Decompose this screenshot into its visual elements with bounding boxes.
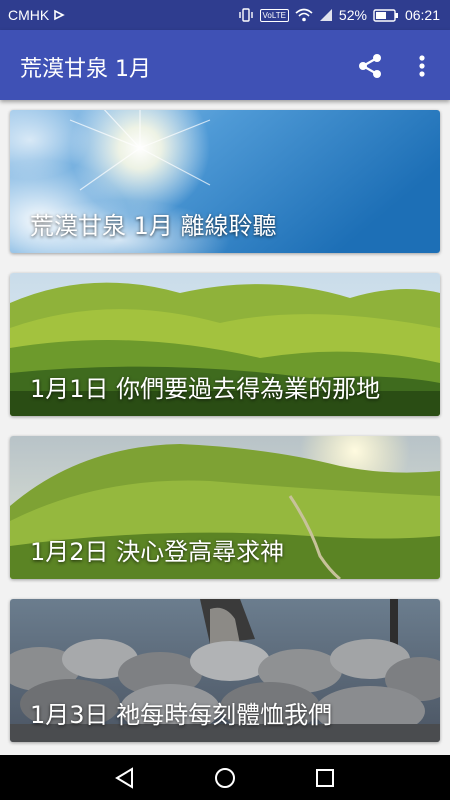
card-title: 1月2日 決心登高尋求神 xyxy=(30,538,285,566)
battery-icon xyxy=(373,8,398,22)
card-title: 1月3日 祂每時每刻體恤我們 xyxy=(30,701,333,729)
wifi-icon xyxy=(295,8,313,22)
recents-square-icon[interactable] xyxy=(312,765,338,791)
back-triangle-icon[interactable] xyxy=(112,765,138,791)
carrier-label: CMHK xyxy=(8,7,50,23)
status-bar: CMHK VoLTE 52% 06:21 xyxy=(0,0,450,30)
cell-signal-icon xyxy=(319,9,332,21)
app-bar: 荒漠甘泉 1月 xyxy=(0,30,450,100)
card-list[interactable]: 荒漠甘泉 1月 離線聆聽 1月1日 你們要過去得為業的那地 1月2日 決心登高尋… xyxy=(0,100,450,755)
battery-percent: 52% xyxy=(338,7,367,23)
card-title: 1月1日 你們要過去得為業的那地 xyxy=(30,375,381,403)
volte-badge: VoLTE xyxy=(259,8,289,22)
more-vert-icon[interactable] xyxy=(412,52,432,80)
card-jan-1[interactable]: 1月1日 你們要過去得為業的那地 xyxy=(10,273,440,416)
home-circle-icon[interactable] xyxy=(212,765,238,791)
app-title: 荒漠甘泉 1月 xyxy=(20,57,151,82)
clock: 06:21 xyxy=(404,7,440,23)
card-title: 荒漠甘泉 1月 離線聆聽 xyxy=(30,212,277,240)
card-jan-3[interactable]: 1月3日 祂每時每刻體恤我們 xyxy=(10,599,440,742)
vibrate-icon xyxy=(238,8,253,22)
card-jan-2[interactable]: 1月2日 決心登高尋求神 xyxy=(10,436,440,579)
card-offline-listen[interactable]: 荒漠甘泉 1月 離線聆聽 xyxy=(10,110,440,253)
navigation-bar xyxy=(0,755,450,800)
share-icon[interactable] xyxy=(356,52,384,80)
signal-arrow-icon xyxy=(54,9,66,21)
